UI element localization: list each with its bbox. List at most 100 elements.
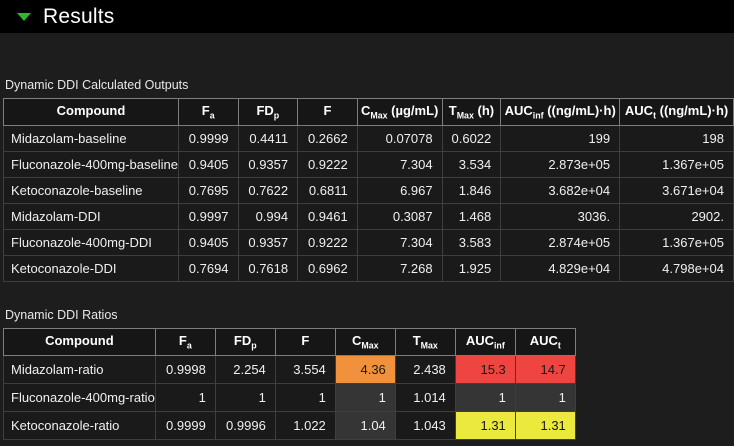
cell-value: 0.9222	[298, 152, 358, 178]
results-panel: Dynamic DDI Calculated Outputs Compound …	[0, 78, 734, 440]
cell-value-highlight-gray: 1	[515, 384, 575, 412]
cell-value: 1.367e+05	[620, 152, 734, 178]
cell-value: 1.014	[395, 384, 455, 412]
cell-compound: Midazolam-ratio	[4, 356, 156, 384]
table-header-row: Compound Fa FDp F CMax (µg/mL) TMax (h) …	[4, 99, 734, 126]
table-row: Midazolam-baseline 0.9999 0.4411 0.2662 …	[4, 126, 734, 152]
col-header-cmax: CMax	[335, 329, 395, 356]
cell-value: 1	[275, 384, 335, 412]
cell-value: 0.9461	[298, 204, 358, 230]
cell-value: 0.6811	[298, 178, 358, 204]
col-header-cmax: CMax (µg/mL)	[357, 99, 442, 126]
section-label-calculated-outputs: Dynamic DDI Calculated Outputs	[5, 78, 734, 92]
results-section-header[interactable]: Results	[0, 0, 734, 33]
col-header-auct: AUCt ((ng/mL)·h)	[620, 99, 734, 126]
cell-value: 2.254	[215, 356, 275, 384]
cell-value: 6.967	[357, 178, 442, 204]
cell-compound: Fluconazole-400mg-ratio	[4, 384, 156, 412]
table-row: Fluconazole-400mg-baseline 0.9405 0.9357…	[4, 152, 734, 178]
cell-value: 3.671e+04	[620, 178, 734, 204]
cell-compound: Fluconazole-400mg-baseline	[4, 152, 179, 178]
cell-value: 3.682e+04	[501, 178, 620, 204]
col-header-compound: Compound	[4, 329, 156, 356]
col-header-tmax: TMax	[395, 329, 455, 356]
cell-value: 3036.	[501, 204, 620, 230]
cell-value: 0.9996	[215, 412, 275, 440]
cell-value: 0.6962	[298, 256, 358, 282]
table-header-row: Compound Fa FDp F CMax TMax AUCinf AUCt	[4, 329, 576, 356]
cell-value: 0.6022	[442, 126, 501, 152]
cell-value: 7.304	[357, 230, 442, 256]
cell-value: 0.9997	[178, 204, 238, 230]
cell-value-highlight-gray: 1	[335, 384, 395, 412]
cell-value-highlight-red: 14.7	[515, 356, 575, 384]
cell-value: 0.9357	[238, 152, 298, 178]
cell-compound: Ketoconazole-DDI	[4, 256, 179, 282]
cell-value: 2.873e+05	[501, 152, 620, 178]
col-header-aucinf: AUCinf	[455, 329, 515, 356]
table-row: Ketoconazole-DDI 0.7694 0.7618 0.6962 7.…	[4, 256, 734, 282]
cell-value: 1.367e+05	[620, 230, 734, 256]
cell-value: 1.022	[275, 412, 335, 440]
cell-value: 199	[501, 126, 620, 152]
table-row: Midazolam-DDI 0.9997 0.994 0.9461 0.3087…	[4, 204, 734, 230]
cell-compound: Ketoconazole-ratio	[4, 412, 156, 440]
table-row: Ketoconazole-ratio 0.9999 0.9996 1.022 1…	[4, 412, 576, 440]
table-row: Ketoconazole-baseline 0.7695 0.7622 0.68…	[4, 178, 734, 204]
collapse-triangle-icon[interactable]	[17, 13, 31, 21]
cell-value: 4.829e+04	[501, 256, 620, 282]
cell-value: 2.438	[395, 356, 455, 384]
cell-value: 0.7695	[178, 178, 238, 204]
cell-value: 0.9222	[298, 230, 358, 256]
cell-value-highlight-gray: 1.04	[335, 412, 395, 440]
cell-value: 2.874e+05	[501, 230, 620, 256]
cell-value: 0.7622	[238, 178, 298, 204]
cell-value-highlight-yellow: 1.31	[515, 412, 575, 440]
cell-value: 0.2662	[298, 126, 358, 152]
cell-value: 1.925	[442, 256, 501, 282]
col-header-fa: Fa	[178, 99, 238, 126]
cell-value: 0.994	[238, 204, 298, 230]
cell-value: 0.9405	[178, 152, 238, 178]
cell-value-highlight-yellow: 1.31	[455, 412, 515, 440]
cell-value: 0.7694	[178, 256, 238, 282]
cell-value: 0.9357	[238, 230, 298, 256]
cell-value: 2902.	[620, 204, 734, 230]
cell-value: 1.468	[442, 204, 501, 230]
cell-value: 0.9405	[178, 230, 238, 256]
cell-value-highlight-red: 15.3	[455, 356, 515, 384]
cell-value: 0.9999	[155, 412, 215, 440]
cell-value: 1	[155, 384, 215, 412]
cell-value: 0.9998	[155, 356, 215, 384]
col-header-compound: Compound	[4, 99, 179, 126]
cell-value: 0.4411	[238, 126, 298, 152]
ratios-table: Compound Fa FDp F CMax TMax AUCinf AUCt …	[3, 328, 576, 440]
col-header-fdp: FDp	[215, 329, 275, 356]
cell-value: 3.583	[442, 230, 501, 256]
cell-value: 1.846	[442, 178, 501, 204]
cell-value: 3.554	[275, 356, 335, 384]
col-header-f: F	[275, 329, 335, 356]
cell-value: 0.07078	[357, 126, 442, 152]
col-header-fa: Fa	[155, 329, 215, 356]
cell-compound: Fluconazole-400mg-DDI	[4, 230, 179, 256]
col-header-tmax: TMax (h)	[442, 99, 501, 126]
col-header-fdp: FDp	[238, 99, 298, 126]
cell-value-highlight-orange: 4.36	[335, 356, 395, 384]
cell-value: 0.3087	[357, 204, 442, 230]
cell-compound: Midazolam-DDI	[4, 204, 179, 230]
cell-value: 198	[620, 126, 734, 152]
col-header-aucinf: AUCinf ((ng/mL)·h)	[501, 99, 620, 126]
cell-value: 7.304	[357, 152, 442, 178]
cell-value: 0.9999	[178, 126, 238, 152]
col-header-f: F	[298, 99, 358, 126]
cell-value: 0.7618	[238, 256, 298, 282]
table-row: Fluconazole-400mg-DDI 0.9405 0.9357 0.92…	[4, 230, 734, 256]
cell-value: 4.798e+04	[620, 256, 734, 282]
calculated-outputs-table: Compound Fa FDp F CMax (µg/mL) TMax (h) …	[3, 98, 734, 282]
cell-value: 1.043	[395, 412, 455, 440]
col-header-auct: AUCt	[515, 329, 575, 356]
table-row: Midazolam-ratio 0.9998 2.254 3.554 4.36 …	[4, 356, 576, 384]
table-row: Fluconazole-400mg-ratio 1 1 1 1 1.014 1 …	[4, 384, 576, 412]
cell-compound: Midazolam-baseline	[4, 126, 179, 152]
